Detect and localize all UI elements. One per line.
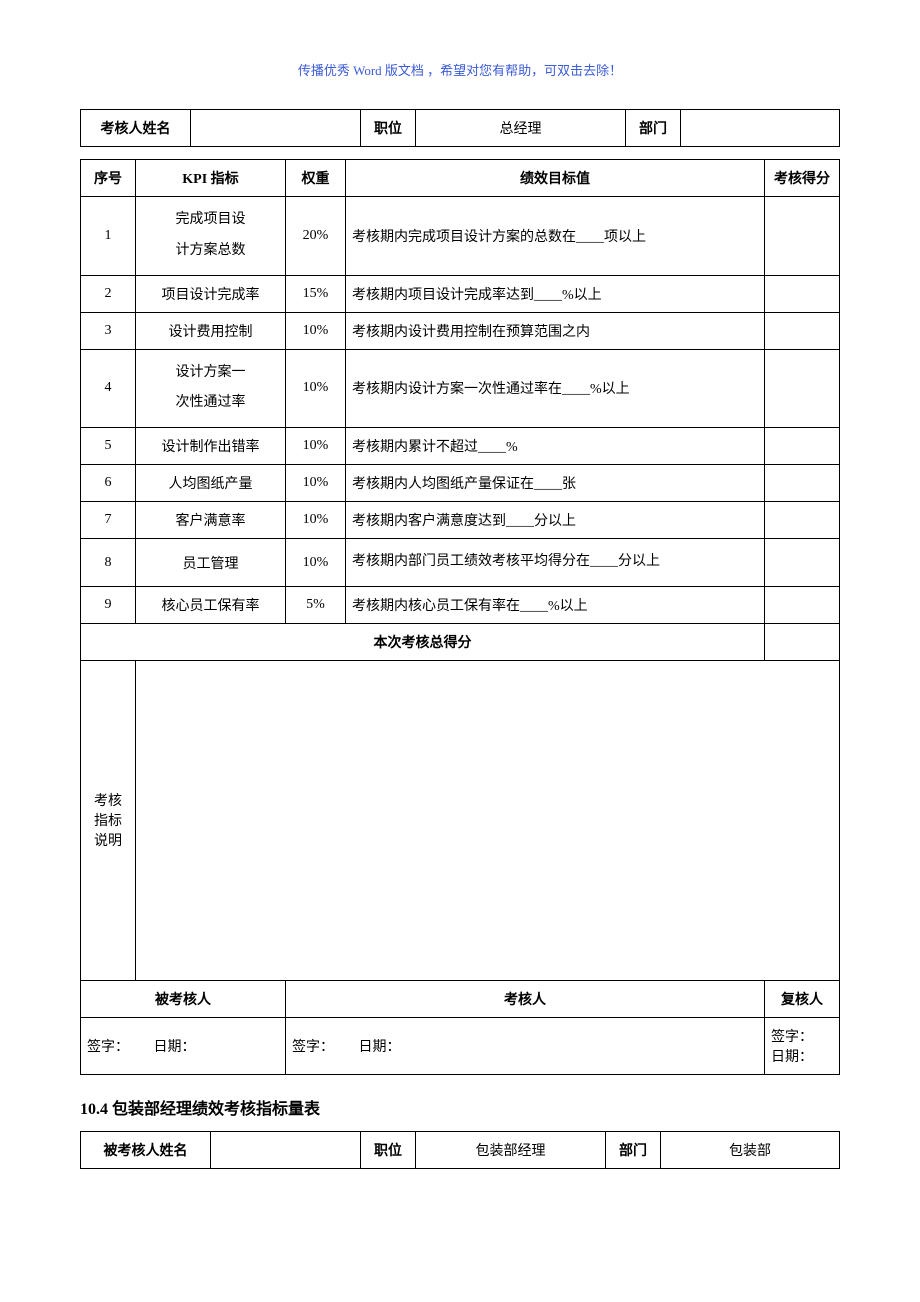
info1-pos-value: 总经理 (416, 110, 626, 147)
role-reviewer: 复核人 (765, 980, 840, 1017)
kpi-target: 考核期内部门员工绩效考核平均得分在____分以上 (346, 539, 765, 587)
kpi-target: 考核期内累计不超过____% (346, 428, 765, 465)
sig-cell-1: 签字： 日期： (81, 1017, 286, 1074)
section-title: 10.4 包装部经理绩效考核指标量表 (80, 1095, 840, 1119)
kpi-seq: 7 (81, 502, 136, 539)
total-row: 本次考核总得分 (81, 623, 840, 660)
kpi-weight: 10% (286, 428, 346, 465)
kpi-target: 考核期内项目设计完成率达到____%以上 (346, 275, 765, 312)
info2-dept-label: 部门 (606, 1131, 661, 1168)
info1-dept-value (681, 110, 840, 147)
header-note: 传播优秀 Word 版文档 ，希望对您有帮助，可双击去除！ (80, 60, 840, 79)
kpi-target: 考核期内核心员工保有率在____%以上 (346, 586, 765, 623)
kpi-seq: 3 (81, 312, 136, 349)
date-label: 日期： (771, 1050, 813, 1065)
kpi-score (765, 312, 840, 349)
kpi-name: 核心员工保有率 (136, 586, 286, 623)
notes-row: 考核 指标 说明 (81, 660, 840, 980)
kpi-target: 考核期内客户满意度达到____分以上 (346, 502, 765, 539)
info2-pos-label: 职位 (361, 1131, 416, 1168)
h-weight: 权重 (286, 160, 346, 197)
role-assessed: 被考核人 (81, 980, 286, 1017)
info1-pos-label: 职位 (361, 110, 416, 147)
kpi-target: 考核期内设计费用控制在预算范围之内 (346, 312, 765, 349)
kpi-row: 1 完成项目设计方案总数 20% 考核期内完成项目设计方案的总数在____项以上 (81, 197, 840, 276)
kpi-row: 9 核心员工保有率 5% 考核期内核心员工保有率在____%以上 (81, 586, 840, 623)
info2-name-label: 被考核人姓名 (81, 1131, 211, 1168)
kpi-seq: 4 (81, 349, 136, 428)
kpi-score (765, 349, 840, 428)
kpi-weight: 10% (286, 312, 346, 349)
kpi-row: 8 员工管理 10% 考核期内部门员工绩效考核平均得分在____分以上 (81, 539, 840, 587)
kpi-target: 考核期内设计方案一次性通过率在____%以上 (346, 349, 765, 428)
kpi-weight: 10% (286, 539, 346, 587)
info2-name-value (211, 1131, 361, 1168)
kpi-name: 项目设计完成率 (136, 275, 286, 312)
kpi-weight: 10% (286, 465, 346, 502)
info2-dept-value: 包装部 (661, 1131, 840, 1168)
kpi-score (765, 465, 840, 502)
kpi-score (765, 275, 840, 312)
info2-pos-value: 包装部经理 (416, 1131, 606, 1168)
kpi-header-row: 序号 KPI 指标 权重 绩效目标值 考核得分 (81, 160, 840, 197)
kpi-seq: 9 (81, 586, 136, 623)
sig-label: 签字： (87, 1040, 129, 1055)
kpi-row: 7 客户满意率 10% 考核期内客户满意度达到____分以上 (81, 502, 840, 539)
h-kpi: KPI 指标 (136, 160, 286, 197)
kpi-name: 设计费用控制 (136, 312, 286, 349)
kpi-table: 序号 KPI 指标 权重 绩效目标值 考核得分 1 完成项目设计方案总数 20%… (80, 159, 840, 1075)
h-target: 绩效目标值 (346, 160, 765, 197)
kpi-weight: 10% (286, 349, 346, 428)
kpi-target: 考核期内人均图纸产量保证在____张 (346, 465, 765, 502)
kpi-weight: 20% (286, 197, 346, 276)
kpi-weight: 15% (286, 275, 346, 312)
notes-label: 考核 指标 说明 (81, 660, 136, 980)
assessor-info-table: 考核人姓名 职位 总经理 部门 (80, 109, 840, 147)
kpi-name: 客户满意率 (136, 502, 286, 539)
kpi-score (765, 539, 840, 587)
kpi-score (765, 428, 840, 465)
sig-cell-2: 签字： 日期： (286, 1017, 765, 1074)
kpi-name: 人均图纸产量 (136, 465, 286, 502)
kpi-row: 2 项目设计完成率 15% 考核期内项目设计完成率达到____%以上 (81, 275, 840, 312)
kpi-seq: 2 (81, 275, 136, 312)
kpi-score (765, 502, 840, 539)
kpi-row: 6 人均图纸产量 10% 考核期内人均图纸产量保证在____张 (81, 465, 840, 502)
kpi-name: 设计方案一次性通过率 (136, 349, 286, 428)
kpi-seq: 6 (81, 465, 136, 502)
kpi-row: 5 设计制作出错率 10% 考核期内累计不超过____% (81, 428, 840, 465)
date-label: 日期： (154, 1040, 196, 1055)
h-seq: 序号 (81, 160, 136, 197)
sig-cell-3: 签字： 日期： (765, 1017, 840, 1074)
kpi-target: 考核期内完成项目设计方案的总数在____项以上 (346, 197, 765, 276)
kpi-seq: 8 (81, 539, 136, 587)
notes-content (136, 660, 840, 980)
role-assessor: 考核人 (286, 980, 765, 1017)
kpi-row: 4 设计方案一次性通过率 10% 考核期内设计方案一次性通过率在____%以上 (81, 349, 840, 428)
kpi-seq: 5 (81, 428, 136, 465)
kpi-name: 员工管理 (136, 539, 286, 587)
kpi-name: 设计制作出错率 (136, 428, 286, 465)
kpi-score (765, 586, 840, 623)
kpi-seq: 1 (81, 197, 136, 276)
kpi-score (765, 197, 840, 276)
info1-name-value (191, 110, 361, 147)
assessee-info-table: 被考核人姓名 职位 包装部经理 部门 包装部 (80, 1131, 840, 1169)
date-label: 日期： (359, 1040, 401, 1055)
total-value (765, 623, 840, 660)
total-label: 本次考核总得分 (81, 623, 765, 660)
kpi-weight: 10% (286, 502, 346, 539)
role-row: 被考核人 考核人 复核人 (81, 980, 840, 1017)
info1-dept-label: 部门 (626, 110, 681, 147)
kpi-name: 完成项目设计方案总数 (136, 197, 286, 276)
info1-name-label: 考核人姓名 (81, 110, 191, 147)
sig-label: 签字： (771, 1030, 813, 1045)
sig-label: 签字： (292, 1040, 334, 1055)
signature-row: 签字： 日期： 签字： 日期： 签字： 日期： (81, 1017, 840, 1074)
kpi-weight: 5% (286, 586, 346, 623)
kpi-row: 3 设计费用控制 10% 考核期内设计费用控制在预算范围之内 (81, 312, 840, 349)
h-score: 考核得分 (765, 160, 840, 197)
